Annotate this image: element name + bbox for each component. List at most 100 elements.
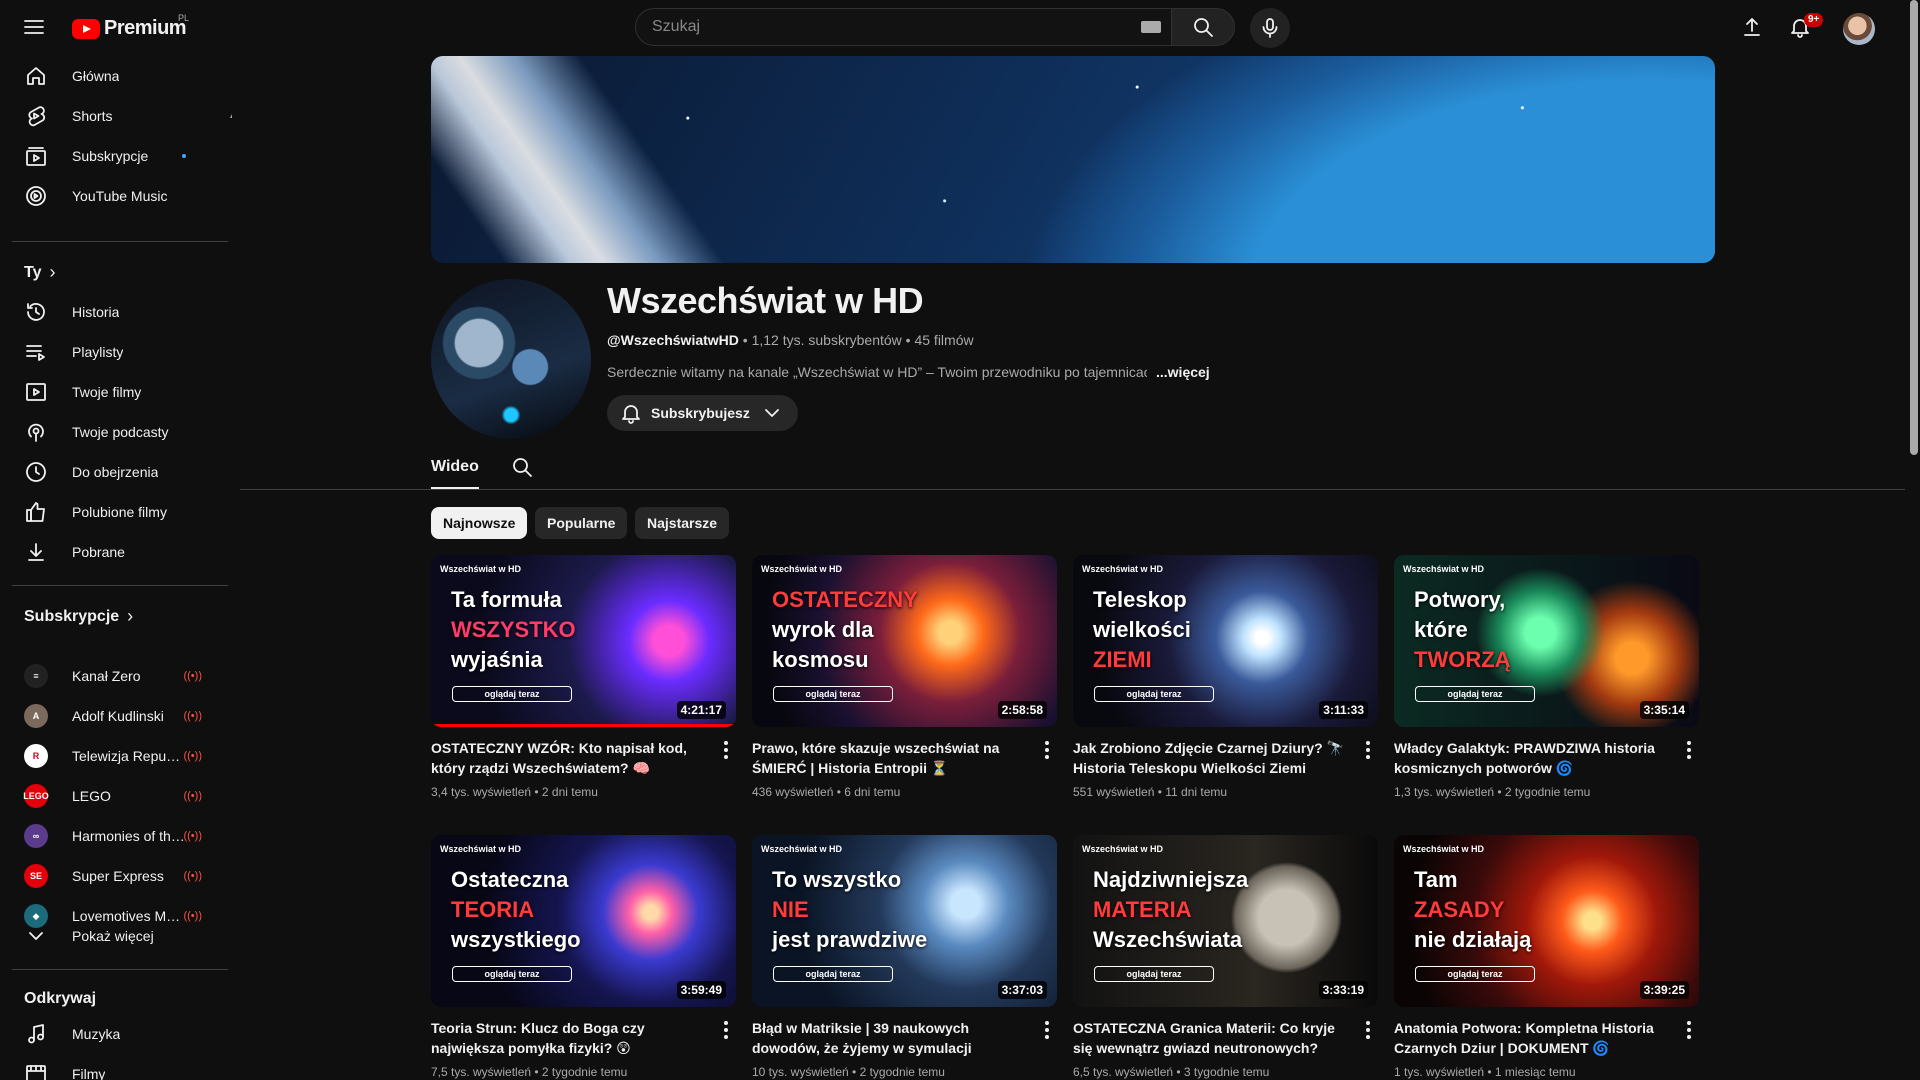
video-menu-button[interactable] [724, 741, 728, 759]
meta-separator: • [531, 785, 542, 799]
sidebar-item-music[interactable]: Muzyka [12, 1014, 216, 1054]
video-thumbnail[interactable]: Wszechświat w HD OSTATECZNY wyrok dla kosmo… [752, 555, 1057, 727]
chip-popular[interactable]: Popularne [535, 507, 628, 539]
video-title[interactable]: OSTATECZNY WZÓR: Kto napisał kod, który … [431, 738, 713, 778]
menu-icon[interactable] [22, 15, 46, 39]
thumbnail-text: NIE [772, 897, 809, 922]
sidebar-item-subscriptions[interactable]: Subskrypcje [12, 136, 216, 176]
video-duration: 2:58:58 [997, 701, 1047, 719]
logo-text: Premium [104, 17, 187, 39]
video-card[interactable]: Wszechświat w HD Ta formuła WSZYSTKO wyjaśn… [431, 555, 736, 799]
sidebar-item-films[interactable]: Filmy [12, 1054, 216, 1080]
sidebar-item-downloads[interactable]: Pobrane [12, 532, 216, 572]
thumbnail-cta: oglądaj teraz [773, 966, 893, 982]
channel-search-button[interactable] [510, 455, 534, 479]
video-title[interactable]: Jak Zrobiono Zdjęcie Czarnej Dziury? 🔭 H… [1073, 738, 1355, 778]
create-button[interactable] [1740, 15, 1764, 39]
video-card[interactable]: Wszechświat w HD OSTATECZNY wyrok dla kosmo… [752, 555, 1057, 799]
sidebar-subscription-item[interactable]: SE Super Express ((•)) [12, 856, 216, 896]
search-box [635, 8, 1235, 48]
you-section-header[interactable]: Ty › [24, 262, 55, 283]
chip-oldest[interactable]: Najstarsze [635, 507, 730, 539]
sidebar-subscription-item[interactable]: R Telewizja Republika ((•)) [12, 736, 216, 776]
video-duration: 3:37:03 [997, 981, 1047, 999]
video-menu-button[interactable] [724, 1021, 728, 1039]
video-thumbnail[interactable]: Wszechświat w HD Ta formuła WSZYSTKO wyjaśn… [431, 555, 736, 727]
more-vert-icon [1045, 1021, 1049, 1039]
thumbnail-text: Teleskop [1093, 587, 1187, 612]
video-thumbnail[interactable]: Wszechświat w HD Najdziwniejsza MATERIA Wsz… [1073, 835, 1378, 1007]
thumbnail-text: Ostateczna [451, 867, 569, 892]
sidebar-subscription-item[interactable]: A Adolf Kudlinski ((•)) [12, 696, 216, 736]
subscribe-button[interactable]: Subskrybujesz [607, 395, 798, 431]
show-more-button[interactable]: Pokaż więcej [12, 916, 216, 956]
search-button[interactable] [1171, 8, 1235, 46]
sidebar-item-your-podcasts[interactable]: Twoje podcasty [12, 412, 216, 452]
video-age: 1 miesiąc temu [1494, 1065, 1576, 1079]
sidebar-subscription-item[interactable]: LEGO LEGO ((•)) [12, 776, 216, 816]
sidebar-subscription-item[interactable]: ≡ Kanał Zero ((•)) [12, 656, 216, 696]
video-thumbnail[interactable]: Wszechświat w HD Tam ZASADY nie działają ogl… [1394, 835, 1699, 1007]
subscriptions-section-header[interactable]: Subskrypcje › [24, 606, 133, 627]
video-menu-button[interactable] [1687, 1021, 1691, 1039]
search-input[interactable] [635, 8, 1171, 46]
thumbnail-text: Tam [1414, 867, 1458, 892]
youtube-premium-logo[interactable]: Premium PL [72, 13, 189, 40]
channel-avatar[interactable] [431, 279, 591, 439]
video-thumbnail[interactable]: Wszechświat w HD Potwory, które TWORZĄ ogląd… [1394, 555, 1699, 727]
video-card[interactable]: Wszechświat w HD Teleskop wielkości ZIEMI og… [1073, 555, 1378, 799]
video-title[interactable]: Błąd w Matriksie | 39 naukowych dowodów,… [752, 1018, 1034, 1058]
subscriptions-icon [26, 147, 46, 166]
sidebar-item-shorts[interactable]: Shorts [12, 96, 216, 136]
video-card[interactable]: Wszechświat w HD Najdziwniejsza MATERIA Wsz… [1073, 835, 1378, 1079]
channel-description[interactable]: Serdecznie witamy na kanale „Wszechświat… [607, 364, 1147, 380]
sidebar-item-youtube-music[interactable]: YouTube Music [12, 176, 216, 216]
sidebar-subscription-item[interactable]: ∞ Harmonies of the Universe((•)) [12, 816, 216, 856]
video-card[interactable]: Wszechświat w HD Potwory, które TWORZĄ ogląd… [1394, 555, 1699, 799]
video-thumbnail[interactable]: Wszechświat w HD Teleskop wielkości ZIEMI og… [1073, 555, 1378, 727]
video-title[interactable]: OSTATECZNA Granica Materii: Co kryje się… [1073, 1018, 1355, 1058]
history-icon [27, 303, 45, 321]
account-avatar[interactable] [1843, 13, 1875, 45]
subscriptions-header-label: Subskrypcje [24, 607, 120, 625]
video-title[interactable]: Teoria Strun: Klucz do Boga czy najwięks… [431, 1018, 713, 1058]
film-icon [26, 1065, 46, 1080]
sidebar-item-home[interactable]: Główna [12, 56, 216, 96]
tab-videos[interactable]: Wideo [431, 458, 479, 476]
video-duration: 3:35:14 [1639, 701, 1689, 719]
video-meta: 7,5 tys. wyświetleń • 2 tygodnie temu [431, 1065, 627, 1079]
video-menu-button[interactable] [1687, 741, 1691, 759]
chip-newest[interactable]: Najnowsze [431, 507, 528, 539]
video-title[interactable]: Anatomia Potwora: Kompletna Historia Cza… [1394, 1018, 1676, 1058]
meta-separator: • [531, 1065, 542, 1079]
page-scrollbar[interactable] [1910, 0, 1918, 455]
sidebar-item-watch-later[interactable]: Do obejrzenia [12, 452, 216, 492]
video-card[interactable]: Wszechświat w HD To wszystko NIE jest prawd… [752, 835, 1057, 1079]
video-thumbnail[interactable]: Wszechświat w HD To wszystko NIE jest prawd… [752, 835, 1057, 1007]
video-thumbnail[interactable]: Wszechświat w HD Ostateczna TEORIA wszystki… [431, 835, 736, 1007]
sidebar-item-your-videos[interactable]: Twoje filmy [12, 372, 216, 412]
sidebar-scroll-up-icon[interactable]: ▲ [228, 110, 232, 121]
video-card[interactable]: Wszechświat w HD Ostateczna TEORIA wszystki… [431, 835, 736, 1079]
thumbnail-brand: Wszechświat w HD [1403, 564, 1485, 574]
sidebar-item-liked-videos[interactable]: Polubione filmy [12, 492, 216, 532]
live-icon: ((•)) [183, 710, 202, 722]
sidebar-item-history[interactable]: Historia [12, 292, 216, 332]
meta-separator: • [742, 332, 752, 348]
keyboard-icon[interactable] [1141, 21, 1161, 33]
sidebar-item-label: Super Express [72, 868, 164, 884]
more-link[interactable]: ...więcej [1156, 364, 1210, 380]
video-duration: 3:59:49 [676, 981, 726, 999]
voice-search-button[interactable] [1250, 8, 1290, 48]
video-menu-button[interactable] [1366, 741, 1370, 759]
video-duration: 3:11:33 [1319, 701, 1368, 719]
video-menu-button[interactable] [1366, 1021, 1370, 1039]
more-vert-icon [1687, 741, 1691, 759]
video-menu-button[interactable] [1045, 741, 1049, 759]
video-title[interactable]: Władcy Galaktyk: PRAWDZIWA historia kosm… [1394, 738, 1676, 778]
video-title[interactable]: Prawo, które skazuje wszechświat na ŚMIE… [752, 738, 1034, 778]
sidebar-item-playlists[interactable]: Playlisty [12, 332, 216, 372]
video-menu-button[interactable] [1045, 1021, 1049, 1039]
video-card[interactable]: Wszechświat w HD Tam ZASADY nie działają ogl… [1394, 835, 1699, 1079]
sidebar-divider [12, 969, 228, 970]
